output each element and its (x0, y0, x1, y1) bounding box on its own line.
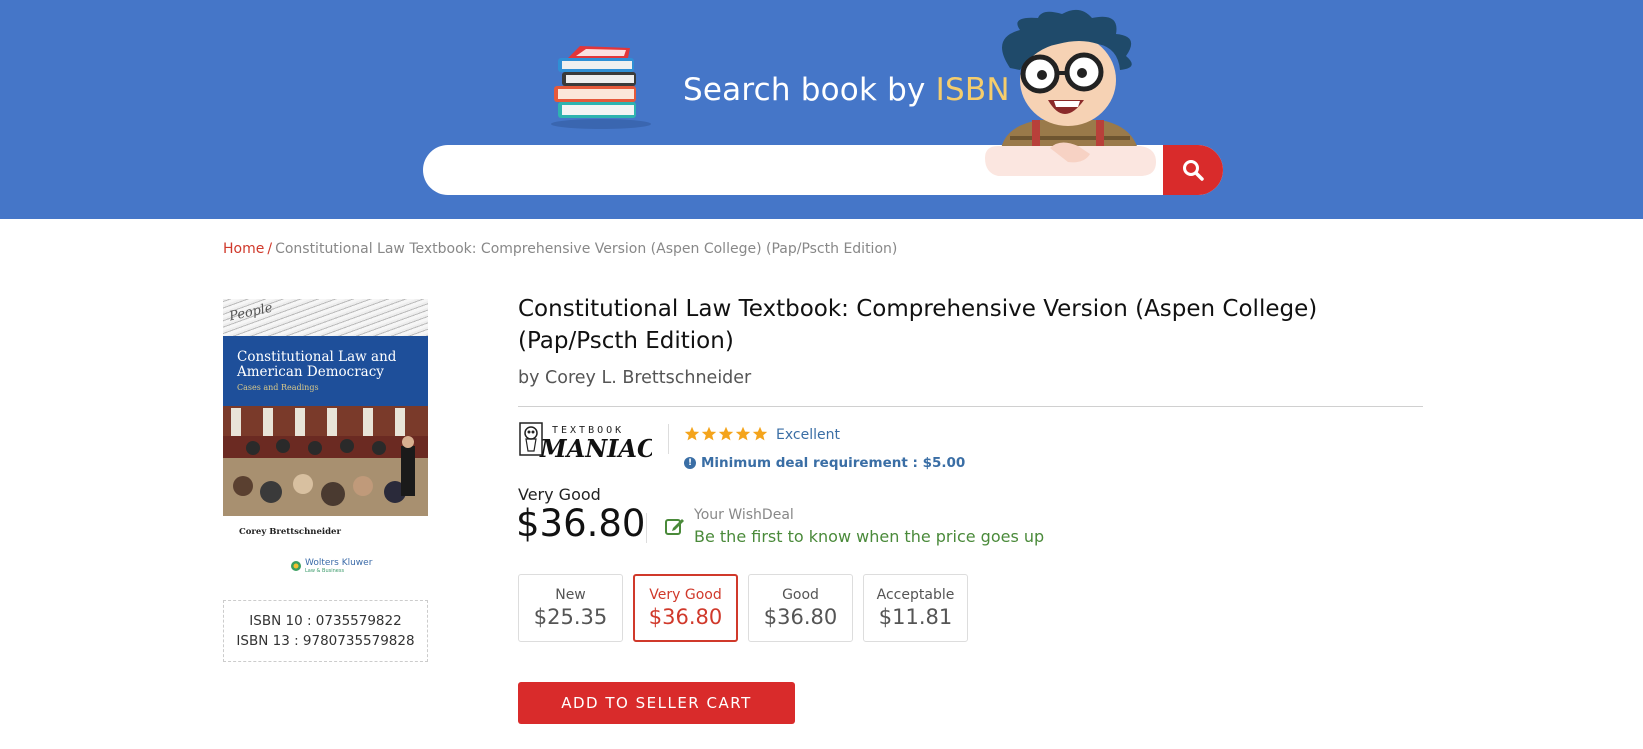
condition-price: $25.35 (533, 605, 608, 629)
product-title: Constitutional Law Textbook: Comprehensi… (518, 296, 1318, 354)
condition-label: Acceptable (876, 587, 955, 603)
seller-rating-stars (684, 426, 768, 442)
star-icon (735, 426, 751, 441)
isbn-10: ISBN 10 : 0735579822 (249, 613, 402, 629)
seller-logo[interactable]: TEXTBOOK MANIAC (518, 419, 652, 465)
wishdeal-label: Your WishDeal (694, 507, 794, 523)
condition-label: Very Good (649, 587, 722, 603)
condition-option-very-good[interactable]: Very Good $36.80 (633, 574, 738, 642)
isbn-box: ISBN 10 : 0735579822 ISBN 13 : 978073557… (223, 600, 428, 662)
star-icon (684, 426, 700, 441)
condition-price: $11.81 (878, 605, 953, 629)
cover-title: Constitutional Law and American Democrac… (237, 349, 397, 380)
publisher-name: Wolters Kluwer (305, 558, 373, 568)
add-to-seller-cart-button[interactable]: ADD TO SELLER CART (518, 682, 795, 724)
condition-price: $36.80 (648, 605, 723, 629)
publisher-logo: Wolters Kluwer Law & Business (290, 558, 372, 574)
isbn-13: ISBN 13 : 9780735579828 (236, 633, 415, 649)
condition-options: New $25.35 Very Good $36.80 Good $36.80 … (518, 574, 968, 642)
star-icon (718, 426, 734, 441)
publisher-icon (291, 561, 301, 571)
star-icon (701, 426, 717, 441)
breadcrumb-current: Constitutional Law Textbook: Comprehensi… (275, 241, 898, 257)
header-banner: Search book by ISBN (0, 0, 1643, 219)
edit-wishdeal-icon[interactable] (664, 515, 686, 537)
publisher-sub: Law & Business (305, 568, 345, 574)
seller-divider (668, 424, 669, 454)
breadcrumb-home-link[interactable]: Home (223, 241, 264, 257)
search-button[interactable] (1163, 145, 1223, 195)
star-icon (752, 426, 768, 441)
condition-option-new[interactable]: New $25.35 (518, 574, 623, 642)
condition-price: $36.80 (763, 605, 838, 629)
condition-option-acceptable[interactable]: Acceptable $11.81 (863, 574, 968, 642)
book-cover-image: People Constitutional Law and American D… (223, 299, 428, 541)
divider (518, 406, 1423, 407)
search-icon (1183, 160, 1204, 181)
cover-subtitle: Cases and Readings (237, 383, 319, 392)
header-title: Search book by ISBN (683, 72, 1010, 108)
price-divider (646, 513, 647, 543)
minimum-deal-text: Minimum deal requirement : $5.00 (701, 455, 966, 471)
mascot-illustration (985, 9, 1156, 176)
condition-label: New (555, 587, 586, 603)
seller-logo-line2: MANIAC (539, 434, 652, 463)
breadcrumb-separator: / (267, 241, 273, 257)
condition-label: Good (782, 587, 819, 603)
condition-option-good[interactable]: Good $36.80 (748, 574, 853, 642)
wishdeal-link[interactable]: Be the first to know when the price goes… (694, 527, 1044, 546)
selected-price: $36.80 (516, 502, 646, 545)
info-icon: ! (684, 457, 696, 469)
minimum-deal-requirement: ! Minimum deal requirement : $5.00 (684, 455, 965, 471)
seller-rating-label: Excellent (776, 427, 840, 443)
cover-manuscript-strip: People (223, 299, 428, 336)
cover-painting (223, 406, 428, 516)
cover-author: Corey Brettschneider (239, 527, 341, 537)
product-author: by Corey L. Brettschneider (518, 368, 752, 388)
breadcrumb: Home / Constitutional Law Textbook: Compre… (223, 241, 897, 257)
book-stack-illustration (551, 46, 651, 129)
